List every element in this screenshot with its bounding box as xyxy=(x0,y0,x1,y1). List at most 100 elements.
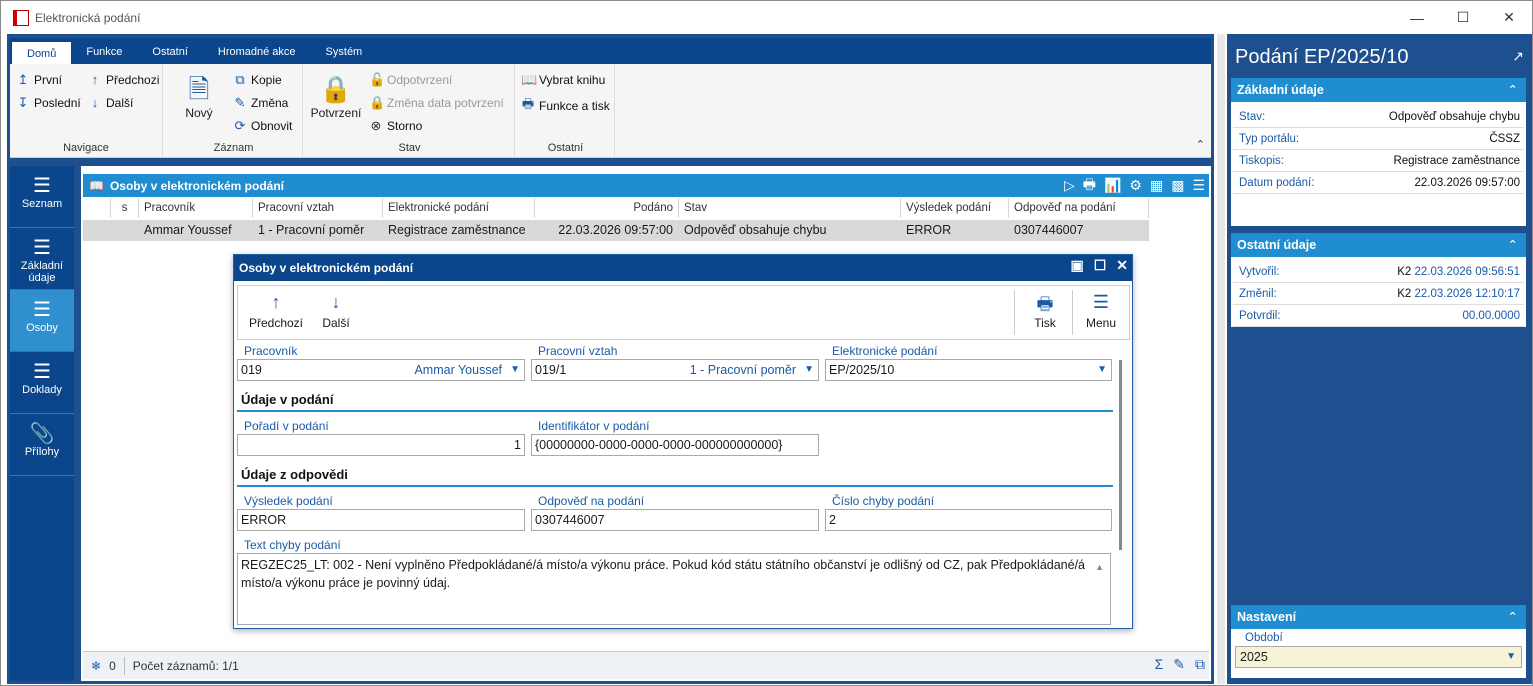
confirm-button[interactable]: 🔒 Potvrzení xyxy=(309,72,363,120)
dropdown-icon[interactable]: ▼ xyxy=(804,360,814,380)
refresh-button[interactable]: ⟳ Obnovit xyxy=(233,118,293,134)
nav-doklady[interactable]: ☰ Doklady xyxy=(10,352,74,414)
restore-icon[interactable]: ▣ xyxy=(1070,257,1083,274)
menu-icon[interactable]: ☰ xyxy=(1192,177,1205,194)
tab-ostatni[interactable]: Ostatní xyxy=(137,40,202,64)
arrow-down-icon: ↓ xyxy=(331,292,341,312)
dropdown-icon[interactable]: ▼ xyxy=(1097,360,1107,380)
chevron-up-icon[interactable]: ⌃ xyxy=(1508,78,1518,102)
title-bar: Elektronická podání — ☐ ✕ xyxy=(1,1,1532,34)
copy-button[interactable]: ⧉ Kopie xyxy=(233,72,281,88)
nastaveni-header[interactable]: Nastavení ⌃ xyxy=(1231,605,1526,629)
text-chyby-textarea[interactable]: REGZEC25_LT: 002 - Není vyplněno Předpok… xyxy=(237,553,1111,625)
next-button[interactable]: ↓ Další xyxy=(88,95,134,110)
chevron-up-icon[interactable]: ⌃ xyxy=(1508,605,1518,629)
info-date: 22.03.2026 12:10:17 xyxy=(1414,288,1520,300)
maximize-icon[interactable]: ☐ xyxy=(1440,1,1486,34)
nav-seznam[interactable]: ☰ Seznam xyxy=(10,166,74,228)
menu-button[interactable]: ☰ Menu xyxy=(1078,286,1124,339)
close-icon[interactable]: ✕ xyxy=(1116,257,1128,274)
cislo-chyby-field[interactable]: 2 xyxy=(825,509,1112,531)
new-document-icon: 🗎 xyxy=(188,74,210,104)
col-header-stav[interactable]: Stav xyxy=(679,198,901,218)
tab-hromadne-akce[interactable]: Hromadné akce xyxy=(203,40,311,64)
nav-osoby[interactable]: ☰ Osoby xyxy=(10,290,74,352)
add-record-icon[interactable]: ⧉ xyxy=(1195,656,1205,673)
close-icon[interactable]: ✕ xyxy=(1486,1,1532,34)
next-record-button[interactable]: ↓ Další xyxy=(316,286,356,339)
col-header-s[interactable]: s xyxy=(111,198,139,218)
zakladni-udaje-header[interactable]: Základní údaje ⌃ xyxy=(1231,78,1526,102)
poradi-field[interactable]: 1 xyxy=(237,434,525,456)
first-button[interactable]: ↥ První xyxy=(16,72,62,88)
edit-pencil-icon[interactable]: ✎ xyxy=(1173,656,1185,673)
group-title-ostatni: Ostatní xyxy=(547,142,584,154)
cancel-button[interactable]: ⊗ Storno xyxy=(369,118,423,134)
scroll-up-icon[interactable]: ▲ xyxy=(1095,558,1104,576)
chart-icon[interactable]: 📊 xyxy=(1104,177,1121,194)
col-header-marker[interactable] xyxy=(83,198,111,218)
collapse-ribbon-icon[interactable]: ⌃ xyxy=(1196,138,1205,151)
col-header-podano[interactable]: Podáno xyxy=(535,198,679,218)
external-link-icon[interactable]: ↗ xyxy=(1512,48,1524,65)
nav-zakladni-udaje[interactable]: ☰ Základní údaje xyxy=(10,228,74,290)
panel-splitter[interactable] xyxy=(1217,34,1225,684)
dropdown-icon[interactable]: ▼ xyxy=(1506,647,1516,667)
printer-icon: 🖶 xyxy=(1036,294,1054,314)
nav-prilohy[interactable]: 📎 Přílohy xyxy=(10,414,74,476)
snowflake-filter-icon[interactable]: ❄ xyxy=(91,659,101,673)
dialog-scrollbar[interactable] xyxy=(1119,360,1122,550)
vysledek-field[interactable]: ERROR xyxy=(237,509,525,531)
arrow-down-icon: ↓ xyxy=(91,95,99,110)
elektronicke-podani-field[interactable]: EP/2025/10 ▼ xyxy=(825,359,1112,381)
columns-icon[interactable]: ▦ xyxy=(1150,177,1163,194)
col-header-pracovni-vztah[interactable]: Pracovní vztah xyxy=(253,198,383,218)
table-row[interactable]: Ammar Youssef 1 - Pracovní poměr Registr… xyxy=(83,220,1149,241)
list-icon: ☰ xyxy=(33,361,51,383)
change-confirm-date-button[interactable]: 🔒 Změna data potvrzení xyxy=(369,95,504,111)
col-header-odpoved[interactable]: Odpověď na podání xyxy=(1009,198,1149,218)
functions-print-button[interactable]: 🖶 Funkce a tisk xyxy=(521,95,610,117)
maximize-icon[interactable]: ☐ xyxy=(1094,257,1107,274)
pracovni-vztah-field[interactable]: 019/1 1 - Pracovní poměr ▼ xyxy=(531,359,819,381)
info-value: ČSSZ xyxy=(1489,133,1520,145)
pracovnik-field[interactable]: 019 Ammar Youssef ▼ xyxy=(237,359,525,381)
edit-button[interactable]: ✎ Změna xyxy=(233,95,289,111)
col-header-vysledek[interactable]: Výsledek podání xyxy=(901,198,1009,218)
tab-domu[interactable]: Domů xyxy=(12,40,72,64)
odpoved-field[interactable]: 0307446007 xyxy=(531,509,819,531)
excel-icon[interactable]: ▩ xyxy=(1171,177,1184,194)
sum-icon[interactable]: Σ xyxy=(1155,656,1164,673)
unconfirm-button[interactable]: 🔓 Odpotvrzení xyxy=(369,72,452,88)
record-count: Počet záznamů: 1/1 xyxy=(132,658,239,673)
identifikator-field[interactable]: {00000000-0000-0000-0000-000000000000} xyxy=(531,434,819,456)
group-title-navigace: Navigace xyxy=(63,142,109,154)
chevron-up-icon[interactable]: ⌃ xyxy=(1508,233,1518,257)
col-header-pracovnik[interactable]: Pracovník xyxy=(139,198,253,218)
binoculars-icon[interactable]: ⚙ xyxy=(1129,177,1142,194)
play-icon[interactable]: ▷ xyxy=(1064,177,1075,194)
new-button[interactable]: 🗎 Nový xyxy=(179,72,219,120)
group-title-zaznam: Záznam xyxy=(213,142,254,154)
ostatni-udaje-header[interactable]: Ostatní údaje ⌃ xyxy=(1231,233,1526,257)
previous-record-button[interactable]: ↑ Předchozí xyxy=(246,286,306,339)
previous-button[interactable]: ↑ Předchozi xyxy=(88,72,160,87)
print-icon[interactable]: 🖶 xyxy=(1083,174,1096,198)
tab-funkce[interactable]: Funkce xyxy=(71,40,137,64)
col-header-elektronicke-podani[interactable]: Elektronické podání xyxy=(383,198,535,218)
next-label: Další xyxy=(106,95,134,110)
tab-system[interactable]: Systém xyxy=(311,40,378,64)
section-udaje-v-podani: Údaje v podání xyxy=(241,392,334,407)
info-key: Vytvořil: xyxy=(1239,266,1280,278)
select-book-button[interactable]: 📖 Vybrat knihu xyxy=(521,72,605,88)
obdobi-select[interactable]: 2025 ▼ xyxy=(1235,646,1522,668)
pracovnik-name: Ammar Youssef xyxy=(414,363,502,377)
ribbon: ↥ První ↧ Poslední ↑ Předchozi ↓ Další Navig… xyxy=(10,64,1211,158)
info-date: 22.03.2026 09:56:51 xyxy=(1414,266,1520,278)
pracovnik-label: Pracovník xyxy=(244,344,298,358)
minimize-icon[interactable]: — xyxy=(1394,1,1440,34)
last-button[interactable]: ↧ Poslední xyxy=(16,95,81,111)
dropdown-icon[interactable]: ▼ xyxy=(510,360,520,380)
pracovni-vztah-name: 1 - Pracovní poměr xyxy=(689,363,796,377)
print-button[interactable]: 🖶 Tisk xyxy=(1022,286,1068,339)
